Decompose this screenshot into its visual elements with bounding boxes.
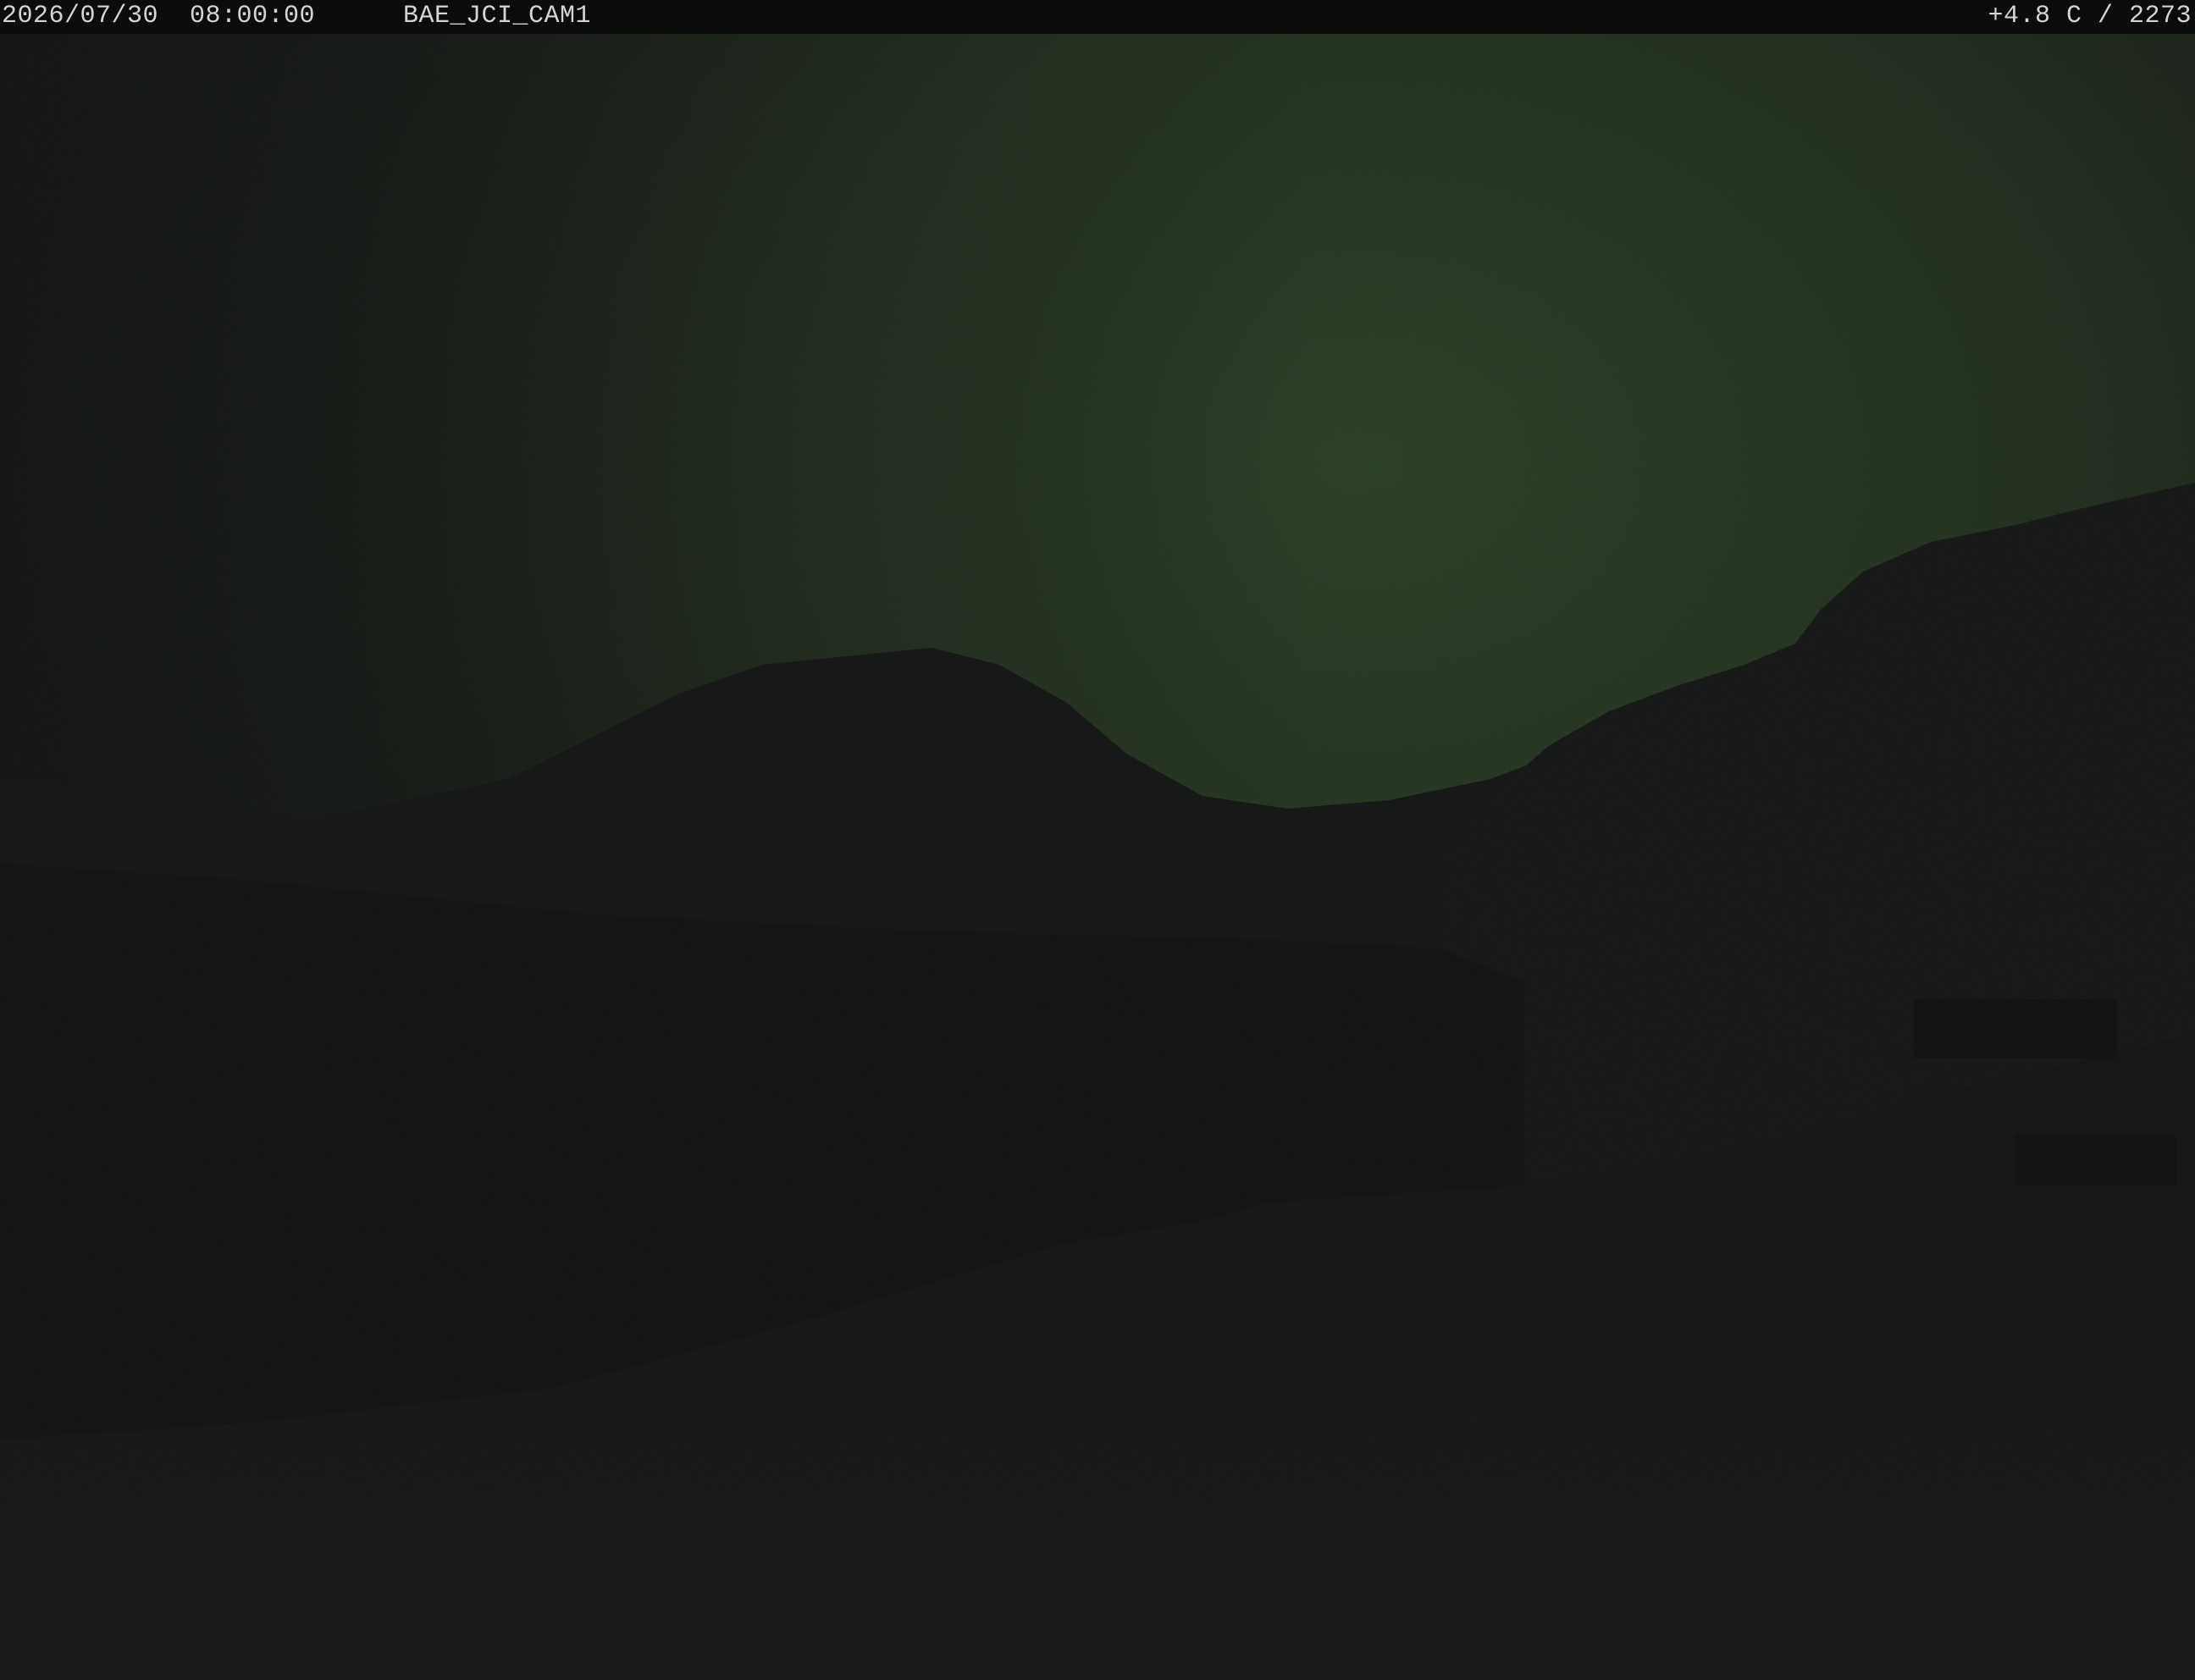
timestamp-overlay-bar: 2026/07/30 08:00:00 BAE_JCI_CAM1 +4.8 C … bbox=[0, 0, 2195, 34]
camera-id-label: BAE_JCI_CAM1 bbox=[403, 2, 592, 30]
webcam-frame: 2026/07/30 08:00:00 BAE_JCI_CAM1 +4.8 C … bbox=[0, 0, 2195, 1680]
landscape-image bbox=[0, 34, 2195, 1680]
datetime-label: 2026/07/30 08:00:00 bbox=[2, 2, 316, 30]
night-landscape-photo bbox=[0, 34, 2195, 1680]
sensor-noise bbox=[0, 34, 2195, 1680]
temperature-readout: +4.8 C / 2273 bbox=[1988, 2, 2192, 30]
